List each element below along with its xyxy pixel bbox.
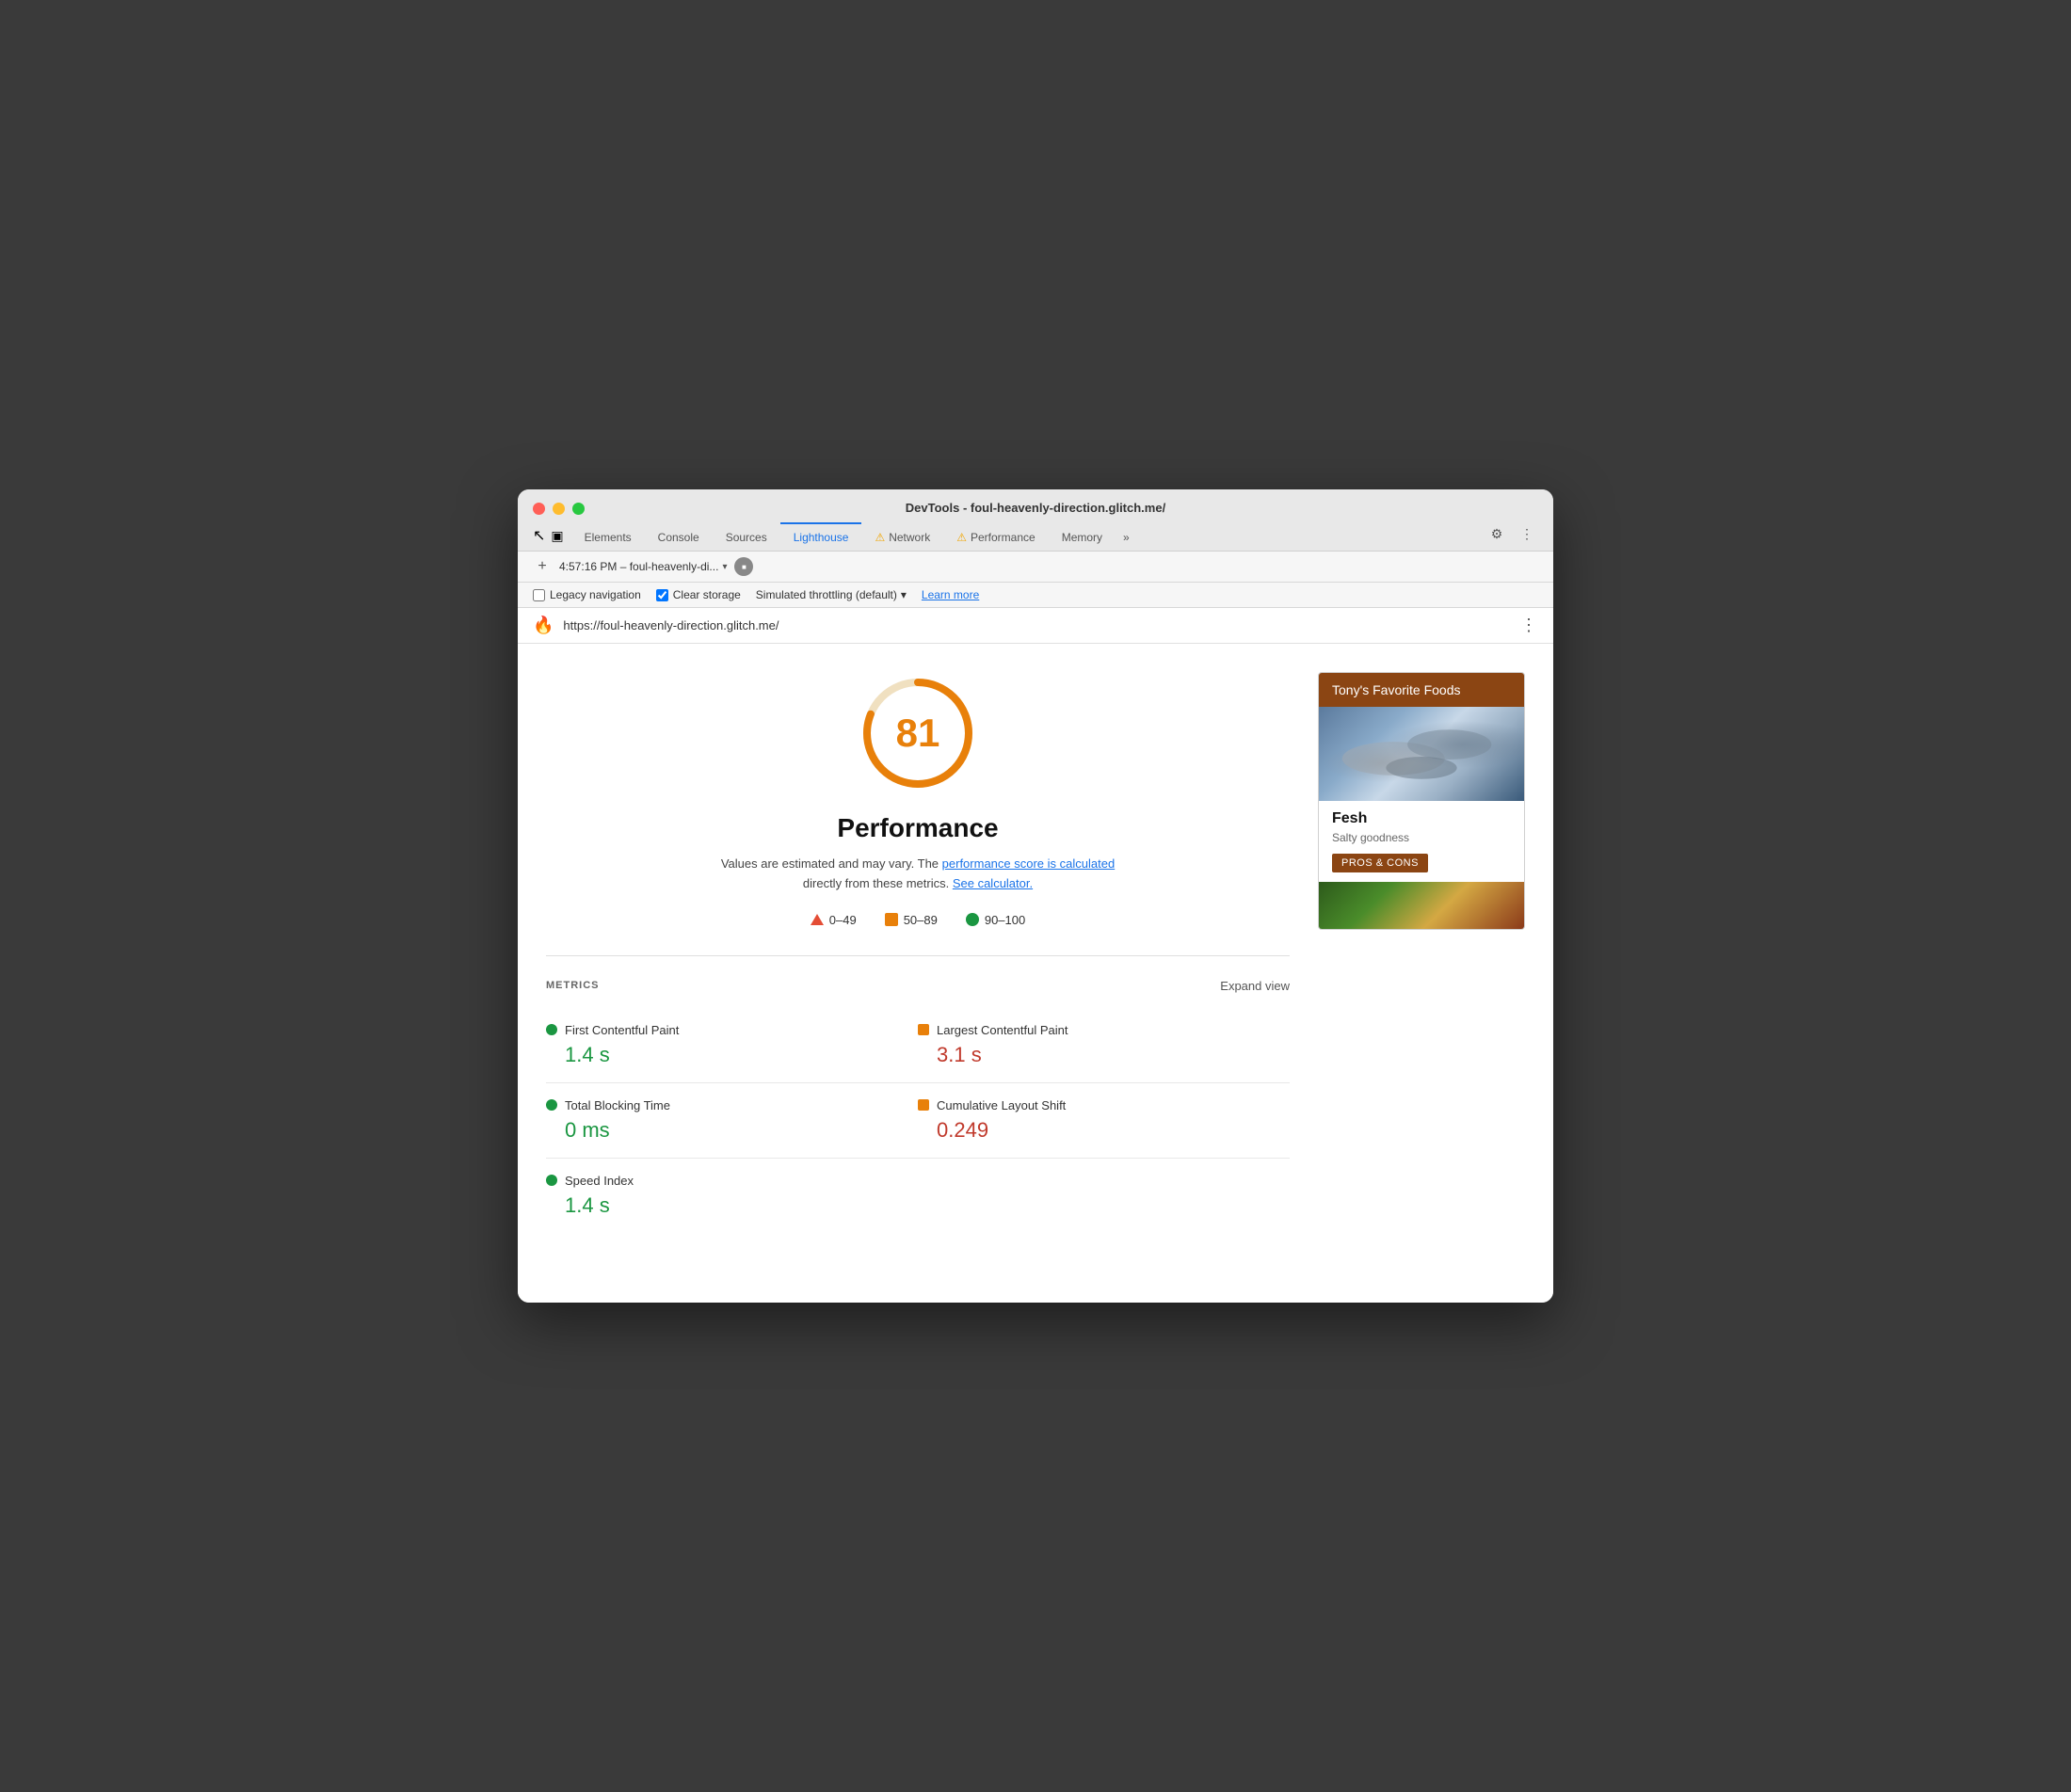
throttling-label: Simulated throttling (default) ▾ xyxy=(756,588,907,601)
dock-icon[interactable]: ▣ xyxy=(551,528,563,544)
metric-si-value: 1.4 s xyxy=(546,1193,918,1218)
metric-si-dot xyxy=(546,1175,557,1186)
close-button[interactable] xyxy=(533,503,545,515)
tab-performance[interactable]: ⚠ Performance xyxy=(943,522,1048,551)
metric-lcp-dot xyxy=(918,1024,929,1035)
url-text: https://foul-heavenly-direction.glitch.m… xyxy=(563,618,1511,632)
legacy-nav-checkbox[interactable]: Legacy navigation xyxy=(533,588,641,601)
food-description: Salty goodness xyxy=(1332,831,1511,844)
legend-good: 90–100 xyxy=(966,913,1025,927)
settings-icon[interactable]: ⚙ xyxy=(1485,522,1508,545)
metric-fcp-value: 1.4 s xyxy=(546,1043,918,1067)
url-more-menu[interactable]: ⋮ xyxy=(1520,616,1538,635)
metric-fcp-name-row: First Contentful Paint xyxy=(546,1023,918,1037)
preview-food-image2 xyxy=(1319,882,1524,929)
tab-memory[interactable]: Memory xyxy=(1049,522,1116,551)
metric-cls-dot xyxy=(918,1099,929,1111)
performance-title: Performance xyxy=(837,813,998,843)
metric-fcp: First Contentful Paint 1.4 s xyxy=(546,1008,918,1083)
toolbar: + 4:57:16 PM – foul-heavenly-di... ▾ ■ xyxy=(518,552,1553,583)
report-dropdown-arrow[interactable]: ▾ xyxy=(722,562,727,572)
stop-button[interactable]: ■ xyxy=(734,557,753,576)
metric-tbt-value: 0 ms xyxy=(546,1118,918,1143)
learn-more-link[interactable]: Learn more xyxy=(922,588,979,601)
clear-storage-input[interactable] xyxy=(656,589,668,601)
more-options-icon[interactable]: ⋮ xyxy=(1516,522,1538,545)
preview-food-image xyxy=(1319,707,1524,801)
throttling-dropdown[interactable]: ▾ xyxy=(901,588,907,601)
expand-view-button[interactable]: Expand view xyxy=(1220,979,1290,993)
legend-average: 50–89 xyxy=(885,913,938,927)
right-panel: Tony's Favorite Foods Fesh Salty goodnes… xyxy=(1318,672,1525,1274)
site-icon: 🔥 xyxy=(533,616,554,635)
metric-lcp-value: 3.1 s xyxy=(918,1043,1290,1067)
metric-fcp-dot xyxy=(546,1024,557,1035)
score-section: 81 Performance Values are estimated and … xyxy=(546,672,1290,927)
food-name: Fesh xyxy=(1332,810,1511,827)
metric-tbt-name: Total Blocking Time xyxy=(565,1098,670,1112)
section-divider xyxy=(546,955,1290,956)
window-controls xyxy=(533,503,585,515)
metric-si-name-row: Speed Index xyxy=(546,1174,918,1188)
performance-description: Values are estimated and may vary. The p… xyxy=(720,855,1116,894)
legend-poor: 0–49 xyxy=(811,913,857,927)
maximize-button[interactable] xyxy=(572,503,585,515)
metric-empty xyxy=(918,1159,1290,1233)
tab-elements[interactable]: Elements xyxy=(571,522,645,551)
add-report-button[interactable]: + xyxy=(533,557,552,576)
devtools-window: DevTools - foul-heavenly-direction.glitc… xyxy=(518,489,1553,1303)
preview-content: Fesh Salty goodness PROS & CONS xyxy=(1319,801,1524,882)
window-title: DevTools - foul-heavenly-direction.glitc… xyxy=(906,501,1165,515)
toolbar-left: + 4:57:16 PM – foul-heavenly-di... ▾ ■ xyxy=(533,557,753,576)
preview-card: Tony's Favorite Foods Fesh Salty goodnes… xyxy=(1318,672,1525,930)
metric-cls-name-row: Cumulative Layout Shift xyxy=(918,1098,1290,1112)
content-area: 81 Performance Values are estimated and … xyxy=(518,644,1553,1303)
network-warning-icon: ⚠ xyxy=(875,531,885,544)
title-bar: DevTools - foul-heavenly-direction.glitc… xyxy=(518,489,1553,552)
options-bar: Legacy navigation Clear storage Simulate… xyxy=(518,583,1553,608)
metrics-grid: First Contentful Paint 1.4 s Largest Con… xyxy=(546,1008,1290,1233)
minimize-button[interactable] xyxy=(553,503,565,515)
url-bar: 🔥 https://foul-heavenly-direction.glitch… xyxy=(518,608,1553,644)
score-legend: 0–49 50–89 90–100 xyxy=(811,913,1025,927)
metric-lcp-name: Largest Contentful Paint xyxy=(937,1023,1068,1037)
good-icon xyxy=(966,913,979,926)
fish-overlay xyxy=(1319,707,1524,801)
preview-card-header: Tony's Favorite Foods xyxy=(1319,673,1524,707)
metrics-section: METRICS Expand view First Contentful Pai… xyxy=(546,979,1290,1233)
left-panel: 81 Performance Values are estimated and … xyxy=(546,672,1290,1274)
score-ring: 81 xyxy=(857,672,979,794)
cursor-icon[interactable]: ↖ xyxy=(533,526,545,545)
performance-warning-icon: ⚠ xyxy=(956,531,967,544)
metric-tbt-dot xyxy=(546,1099,557,1111)
clear-storage-checkbox[interactable]: Clear storage xyxy=(656,588,741,601)
metric-si-name: Speed Index xyxy=(565,1174,634,1188)
metric-tbt: Total Blocking Time 0 ms xyxy=(546,1083,918,1159)
poor-icon xyxy=(811,914,824,925)
legacy-nav-input[interactable] xyxy=(533,589,545,601)
metric-cls-value: 0.249 xyxy=(918,1118,1290,1143)
more-tabs-button[interactable]: » xyxy=(1116,524,1137,551)
score-number: 81 xyxy=(896,711,940,756)
report-timestamp: 4:57:16 PM – foul-heavenly-di... ▾ xyxy=(559,560,727,573)
tab-lighthouse[interactable]: Lighthouse xyxy=(780,522,862,551)
metric-cls: Cumulative Layout Shift 0.249 xyxy=(918,1083,1290,1159)
metric-si: Speed Index 1.4 s xyxy=(546,1159,918,1233)
tab-console[interactable]: Console xyxy=(645,522,713,551)
metric-lcp-name-row: Largest Contentful Paint xyxy=(918,1023,1290,1037)
tab-bar: ↖ ▣ Elements Console Sources Lighthouse … xyxy=(533,522,1538,551)
calculator-link[interactable]: See calculator. xyxy=(953,876,1033,890)
tab-sources[interactable]: Sources xyxy=(713,522,780,551)
metric-tbt-name-row: Total Blocking Time xyxy=(546,1098,918,1112)
tab-network[interactable]: ⚠ Network xyxy=(861,522,943,551)
devtools-icon-bar: ⚙ ⋮ xyxy=(1485,522,1538,551)
perf-score-link[interactable]: performance score is calculated xyxy=(942,856,1116,871)
metric-cls-name: Cumulative Layout Shift xyxy=(937,1098,1066,1112)
metric-fcp-name: First Contentful Paint xyxy=(565,1023,679,1037)
metrics-header: METRICS Expand view xyxy=(546,979,1290,993)
pros-cons-button[interactable]: PROS & CONS xyxy=(1332,854,1428,872)
metric-lcp: Largest Contentful Paint 3.1 s xyxy=(918,1008,1290,1083)
metrics-label: METRICS xyxy=(546,980,600,991)
average-icon xyxy=(885,913,898,926)
